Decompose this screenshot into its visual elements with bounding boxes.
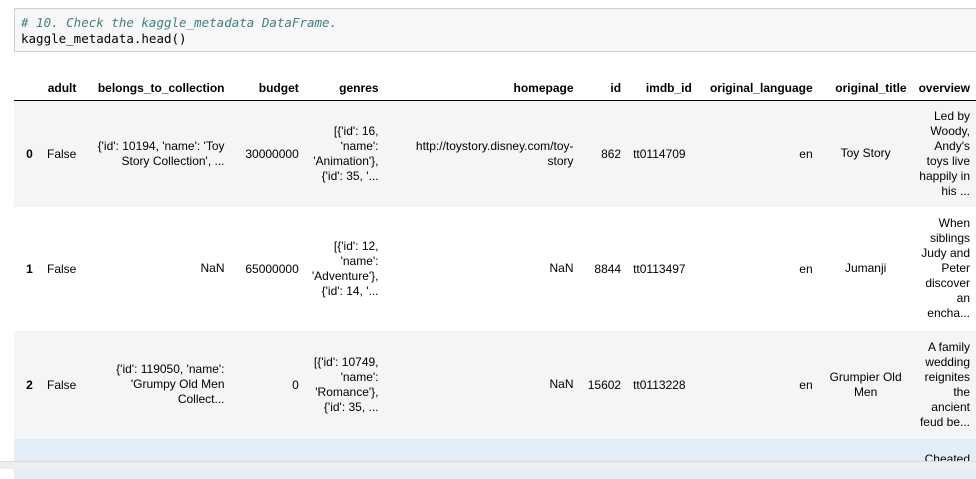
cell-imdb-id <box>627 439 698 479</box>
cell-adult: False <box>47 261 77 276</box>
row-index <box>14 439 39 479</box>
cell-homepage: NaN <box>385 331 580 439</box>
column-header-imdb-id: imdb_id <box>627 76 698 101</box>
cell-overview-text: A family wedding reignites the ancient f… <box>919 339 970 429</box>
column-header-id: id <box>579 76 628 101</box>
cell-overview: A family wedding reignites the ancient f… <box>913 331 976 439</box>
cell-id: 15602 <box>587 377 622 392</box>
cell-overview: When siblings Judy and Peter discover an… <box>913 207 976 331</box>
cell-belongs-to-collection-text: {'id': 119050, 'name': 'Grumpy Old Men C… <box>116 362 225 406</box>
cell-belongs-to-collection: {'id': 10194, 'name': 'Toy Story Collect… <box>82 101 230 207</box>
cell-adult <box>39 439 83 479</box>
row-index: 1 <box>26 261 33 276</box>
cell-original-title: Toy Story <box>819 101 913 207</box>
column-header-genres: genres <box>304 76 385 101</box>
cell-homepage: http://toystory.disney.com/toy-story <box>385 101 580 207</box>
cell-belongs-to-collection <box>82 439 230 479</box>
cell-id: 8844 <box>594 261 622 276</box>
table-row: 2 False {'id': 119050, 'name': 'Grumpy O… <box>14 330 976 439</box>
column-header-index <box>14 76 39 101</box>
cell-original-title-text: Toy Story <box>840 146 891 161</box>
cell-original-language: en <box>799 146 813 161</box>
cell-imdb-id: tt0113228 <box>633 377 686 392</box>
cell-homepage-text: http://toystory.disney.com/toy-story <box>415 138 574 168</box>
column-header-homepage: homepage <box>384 76 580 101</box>
cell-budget: 30000000 <box>245 146 299 161</box>
cell-imdb-id: tt0114709 <box>633 146 686 161</box>
cell-belongs-to-collection-text: {'id': 10194, 'name': 'Toy Story Collect… <box>97 138 225 168</box>
cell-genres-text: [{'id': 10749, 'name': 'Romance'}, {'id'… <box>313 354 379 414</box>
cell-homepage-text: NaN <box>549 261 574 275</box>
cell-original-title: Jumanji <box>819 207 913 331</box>
cell-adult: False <box>47 146 77 161</box>
cell-original-language: en <box>799 261 813 276</box>
cell-original-title: Grumpier Old Men <box>819 331 913 439</box>
code-statement: kaggle_metadata.head() <box>21 31 187 46</box>
cell-imdb-id: tt0113497 <box>633 261 686 276</box>
code-cell-input[interactable]: # 10. Check the kaggle_metadata DataFram… <box>14 8 976 52</box>
cell-id: 862 <box>601 146 622 161</box>
cell-original-title-text: Jumanji <box>844 261 887 275</box>
cell-genres-text: [{'id': 16, 'name': 'Animation'}, {'id':… <box>313 123 379 183</box>
cell-original-title <box>819 439 913 479</box>
cell-belongs-to-collection: NaN <box>82 207 230 331</box>
cell-id <box>580 439 628 479</box>
column-header-overview: overview <box>912 76 976 101</box>
cell-original-language <box>698 439 819 479</box>
cell-genres: [{'id': 16, 'name': 'Animation'}, {'id':… <box>305 101 385 207</box>
cell-overview: Cheated <box>924 451 970 466</box>
cell-genres <box>305 439 385 479</box>
cell-homepage <box>385 439 580 479</box>
cell-original-title-text: Grumpier Old Men <box>829 369 902 399</box>
cell-budget <box>231 439 305 479</box>
cell-genres-text: [{'id': 12, 'name': 'Adventure'}, {'id':… <box>311 238 379 298</box>
column-header-belongs-to-collection: belongs_to_collection <box>82 76 231 101</box>
column-header-budget: budget <box>230 76 305 101</box>
dataframe-output-table: adult belongs_to_collection budget genre… <box>14 76 976 479</box>
column-header-original-title: original_title <box>818 76 913 101</box>
cell-original-language: en <box>799 377 813 392</box>
cell-overview-text: Led by Woody, Andy's toys live happily i… <box>919 108 970 198</box>
cell-adult: False <box>47 377 77 392</box>
cell-budget: 0 <box>292 377 299 392</box>
cell-overview: Led by Woody, Andy's toys live happily i… <box>913 101 976 207</box>
cell-budget: 65000000 <box>245 261 299 276</box>
cell-belongs-to-collection: {'id': 119050, 'name': 'Grumpy Old Men C… <box>82 331 230 439</box>
table-row: 1 False NaN 65000000 [{'id': 12, 'name':… <box>14 206 976 331</box>
cell-genres: [{'id': 12, 'name': 'Adventure'}, {'id':… <box>305 207 385 331</box>
table-row: 0 False {'id': 10194, 'name': 'Toy Story… <box>14 100 976 207</box>
cell-overview-text: When siblings Judy and Peter discover an… <box>921 216 970 320</box>
cell-homepage-text: NaN <box>549 377 574 391</box>
column-header-original-language: original_language <box>697 76 819 101</box>
row-index: 2 <box>26 377 33 392</box>
cell-genres: [{'id': 10749, 'name': 'Romance'}, {'id'… <box>305 331 385 439</box>
cell-belongs-to-collection-text: NaN <box>200 261 225 275</box>
row-index: 0 <box>26 146 33 161</box>
column-header-adult: adult <box>38 76 83 101</box>
table-header-row: adult belongs_to_collection budget genre… <box>14 76 976 101</box>
table-row: Cheated <box>14 438 976 479</box>
cell-homepage: NaN <box>385 207 580 331</box>
code-comment: # 10. Check the kaggle_metadata DataFram… <box>21 15 338 30</box>
